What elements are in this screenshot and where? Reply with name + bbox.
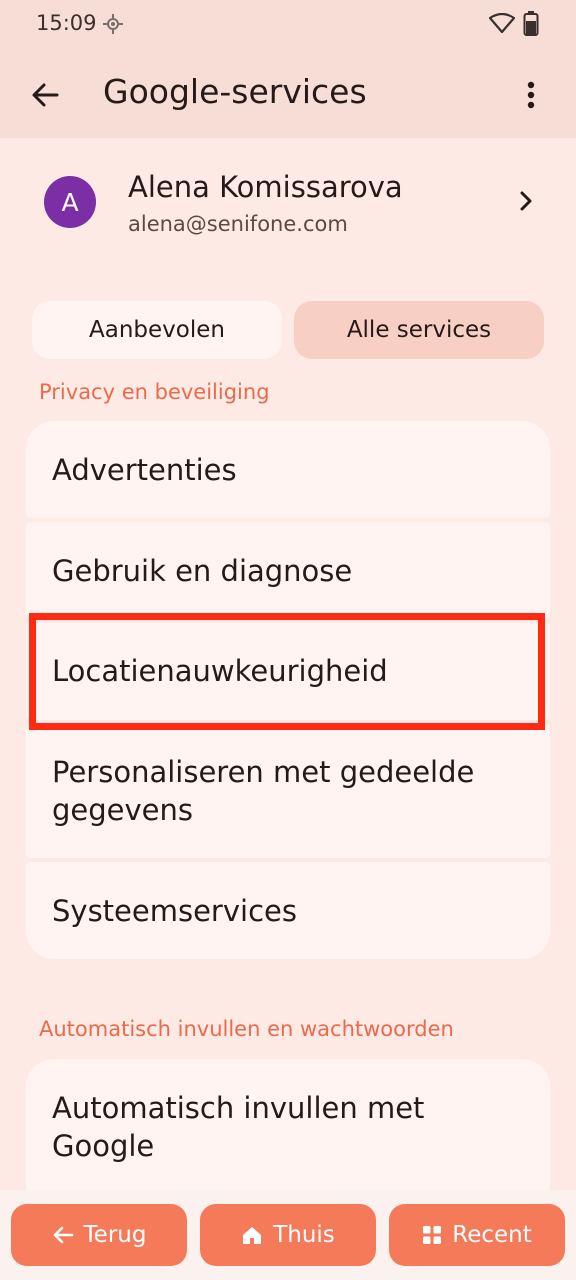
list-item-personalize-shared-data[interactable]: Personaliseren met gedeelde gegevens	[26, 724, 550, 858]
arrow-left-icon	[53, 1226, 73, 1244]
list-item-autofill-google[interactable]: Automatisch invullen met Google	[26, 1059, 550, 1199]
nav-recent-label: Recent	[452, 1222, 532, 1248]
nav-back-button[interactable]: Terug	[11, 1204, 187, 1266]
nav-home-label: Thuis	[273, 1222, 335, 1248]
recent-apps-icon	[423, 1226, 442, 1244]
nav-home-button[interactable]: Thuis	[200, 1204, 376, 1266]
list-item-usage-diagnostics[interactable]: Gebruik en diagnose	[26, 522, 550, 619]
service-tabs: Aanbevolen Alle services	[32, 301, 544, 359]
back-arrow-icon[interactable]	[26, 76, 64, 114]
list-item-label: Personaliseren met gedeelde gegevens	[52, 755, 475, 827]
nav-recent-button[interactable]: Recent	[389, 1204, 565, 1266]
list-item-label: Systeemservices	[52, 894, 297, 928]
account-name: Alena Komissarova	[128, 170, 403, 204]
bottom-nav: Terug Thuis Recent	[0, 1190, 576, 1280]
list-item-label: Advertenties	[52, 453, 237, 487]
list-item-advertenties[interactable]: Advertenties	[26, 421, 550, 518]
wifi-icon	[488, 12, 516, 37]
status-time: 15:09	[36, 11, 97, 35]
account-row[interactable]: A Alena Komissarova alena@senifone.com	[0, 150, 576, 260]
highlight-box	[29, 613, 545, 730]
tab-recommended[interactable]: Aanbevolen	[32, 301, 282, 359]
battery-icon	[523, 11, 539, 41]
list-item-label: Gebruik en diagnose	[52, 554, 353, 588]
list-item-system-services[interactable]: Systeemservices	[26, 862, 550, 959]
home-icon	[243, 1227, 262, 1244]
section-header-privacy: Privacy en beveiliging	[39, 380, 270, 404]
account-email: alena@senifone.com	[128, 212, 348, 236]
avatar: A	[44, 176, 96, 228]
page-title: Google-services	[103, 72, 367, 111]
list-item-label: Automatisch invullen met Google	[52, 1091, 425, 1163]
app-bar: Google-services	[0, 50, 576, 138]
location-icon	[102, 13, 124, 39]
nav-back-label: Terug	[83, 1222, 147, 1248]
status-bar: 15:09	[0, 0, 576, 50]
tab-all-services[interactable]: Alle services	[294, 301, 544, 359]
more-options-icon[interactable]	[514, 76, 548, 114]
chevron-right-icon	[518, 190, 534, 216]
section-header-autofill: Automatisch invullen en wachtwoorden	[39, 1017, 454, 1041]
